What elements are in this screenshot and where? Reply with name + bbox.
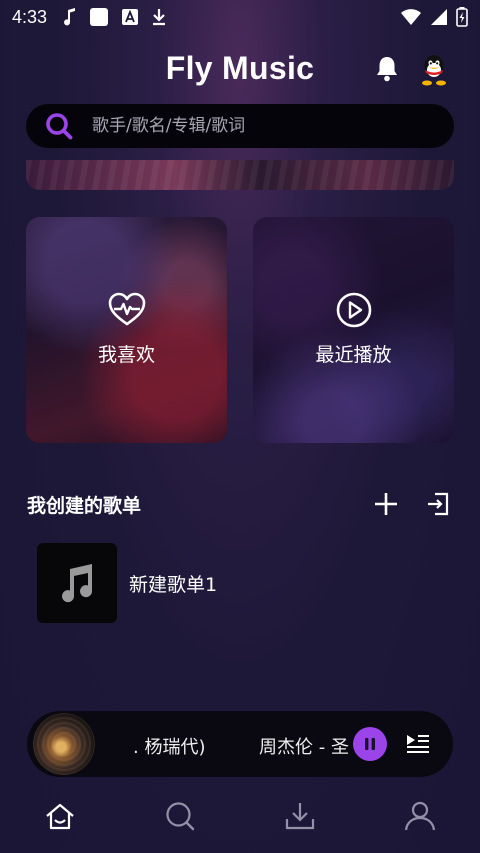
user-icon[interactable] — [403, 799, 437, 833]
bottom-tab-bar — [0, 795, 480, 837]
card-overlay — [26, 217, 227, 443]
section-actions — [371, 489, 453, 519]
import-icon — [428, 492, 449, 516]
status-time: 4:33 — [12, 6, 48, 27]
search-icon — [46, 113, 73, 140]
download-icon — [153, 9, 166, 26]
playlist-name: 新建歌单1 — [129, 573, 218, 596]
search-input[interactable] — [92, 116, 412, 136]
mini-player[interactable]: . 杨瑞代) 周杰伦 - 圣 — [27, 711, 453, 777]
my-playlists-header: 我创建的歌单 — [27, 486, 453, 522]
playlist-item[interactable]: 新建歌单1 — [37, 543, 217, 623]
pause-button[interactable] — [353, 727, 387, 761]
playlist-thumbnail — [37, 543, 117, 623]
signal-icon — [431, 9, 447, 25]
recently-played-card[interactable]: 最近播放 — [253, 217, 454, 443]
favorites-card[interactable]: 我喜欢 — [26, 217, 227, 443]
status-bar: 4:33 — [0, 0, 480, 34]
wifi-icon — [401, 9, 421, 25]
playlist-queue-icon[interactable] — [404, 730, 432, 758]
search-icon[interactable] — [163, 799, 197, 833]
heart-pulse-icon — [108, 292, 145, 325]
status-system-icons — [400, 7, 468, 27]
music-note-icon — [62, 564, 93, 603]
section-title: 我创建的歌单 — [27, 494, 142, 517]
play-circle-icon — [336, 292, 371, 327]
pause-icon — [365, 738, 375, 750]
import-playlist-button[interactable] — [423, 489, 453, 519]
white-square-icon — [90, 8, 109, 26]
qq-avatar-icon[interactable] — [418, 52, 450, 86]
download-icon[interactable] — [283, 799, 317, 833]
album-cover[interactable] — [33, 713, 95, 775]
favorites-label: 我喜欢 — [97, 343, 155, 366]
app-title: Fly Music — [165, 50, 315, 86]
plus-icon — [375, 493, 397, 515]
add-playlist-button[interactable] — [371, 489, 401, 519]
recently-played-label: 最近播放 — [315, 343, 392, 366]
card-overlay — [253, 217, 454, 443]
music-note-icon — [64, 8, 76, 26]
app-header: Fly Music — [0, 44, 480, 96]
banner-image[interactable] — [26, 160, 454, 190]
font-a-icon — [122, 9, 139, 25]
track-info-scroll-left: . 杨瑞代) — [133, 737, 206, 758]
status-notifications — [63, 7, 167, 27]
home-icon[interactable] — [43, 799, 77, 833]
bell-icon[interactable] — [372, 54, 402, 84]
battery-icon — [456, 7, 468, 27]
search-bar[interactable] — [26, 104, 454, 148]
